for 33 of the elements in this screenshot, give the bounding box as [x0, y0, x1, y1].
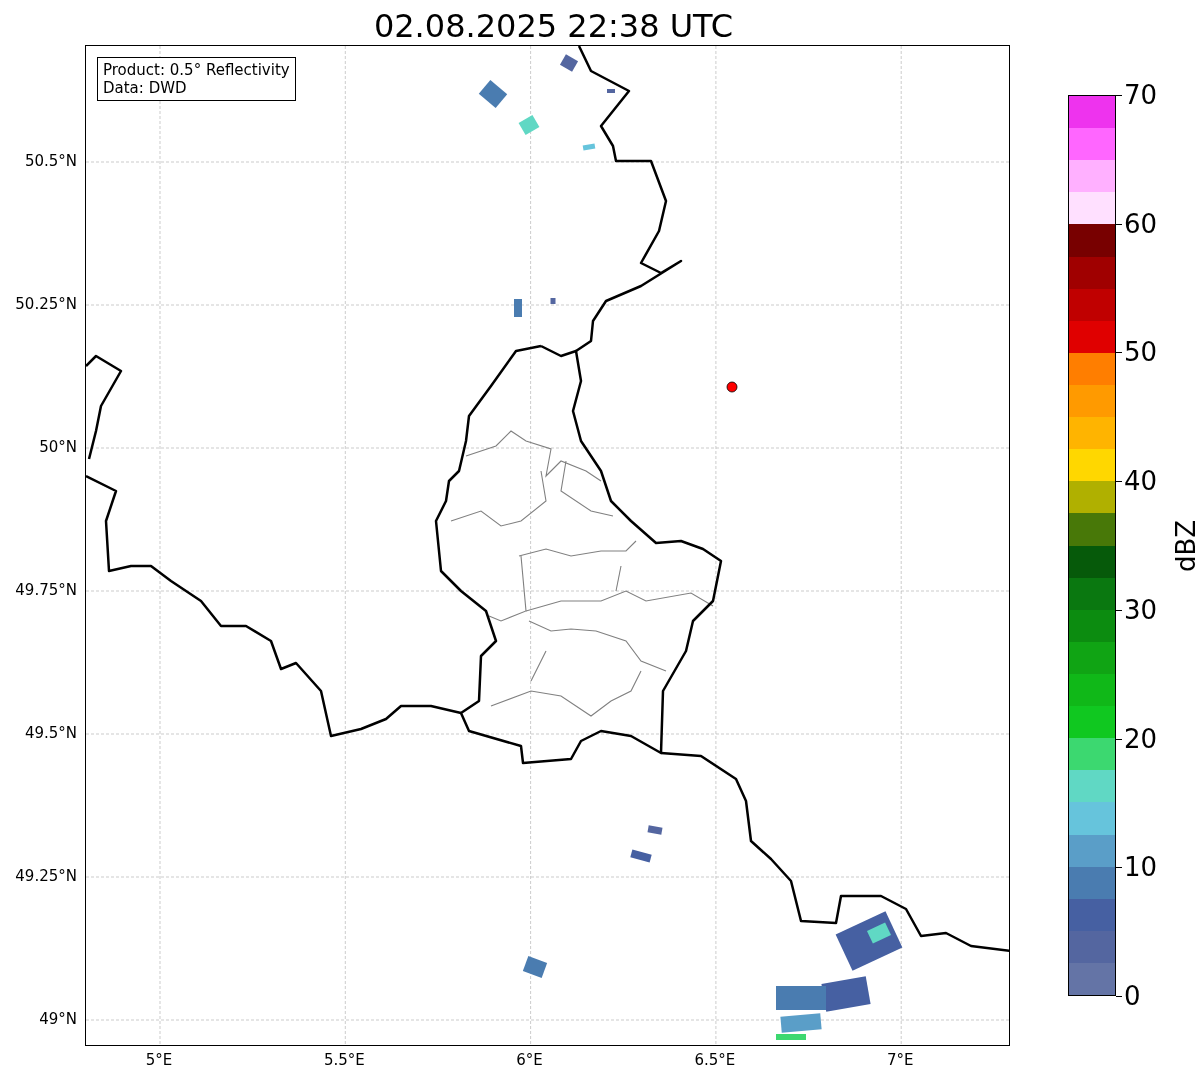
colorbar-tick-label: 70 — [1124, 80, 1158, 110]
latitude-label: 49.75°N — [15, 581, 77, 599]
latitude-label: 49.5°N — [24, 724, 77, 742]
latitude-label: 50.5°N — [24, 152, 77, 170]
latitude-label: 49.25°N — [15, 867, 77, 885]
radar-echo — [647, 825, 663, 835]
radar-echo — [607, 89, 615, 93]
radar-echo — [582, 143, 596, 151]
radar-echo — [630, 849, 652, 863]
radar-echo — [559, 54, 579, 72]
colorbar-tick-label: 50 — [1124, 337, 1158, 368]
longitude-label: 6.5°E — [694, 1051, 736, 1069]
radar-echo — [550, 298, 556, 304]
colorbar-tick-label: 40 — [1124, 466, 1158, 497]
chart-title: 02.08.2025 22:38 UTC — [372, 6, 735, 45]
longitude-label: 5°E — [145, 1051, 173, 1069]
colorbar-label: dBZ — [1171, 519, 1202, 573]
longitude-label: 5.5°E — [323, 1051, 365, 1069]
colorbar-tick-label: 20 — [1124, 723, 1158, 754]
colorbar-tick-label: 30 — [1124, 594, 1158, 625]
latitude-label: 50.25°N — [15, 295, 77, 313]
info-text: Data: DWD — [103, 79, 188, 97]
info-text: Product: 0.5° Reflectivity — [103, 61, 290, 79]
colorbar-tick-label: 0 — [1124, 981, 1141, 1011]
colorbar-tick-label: 60 — [1124, 208, 1158, 239]
longitude-label: 7°E — [886, 1051, 914, 1069]
longitude-label: 6°E — [516, 1051, 543, 1069]
radar-echo — [522, 956, 548, 978]
radar-site-marker — [726, 381, 738, 393]
colorbar-tick-label: 10 — [1124, 852, 1158, 883]
latitude-label: 49°N — [39, 1010, 77, 1028]
latitude-label: 50°N — [39, 438, 77, 456]
radar-echo — [514, 299, 522, 317]
